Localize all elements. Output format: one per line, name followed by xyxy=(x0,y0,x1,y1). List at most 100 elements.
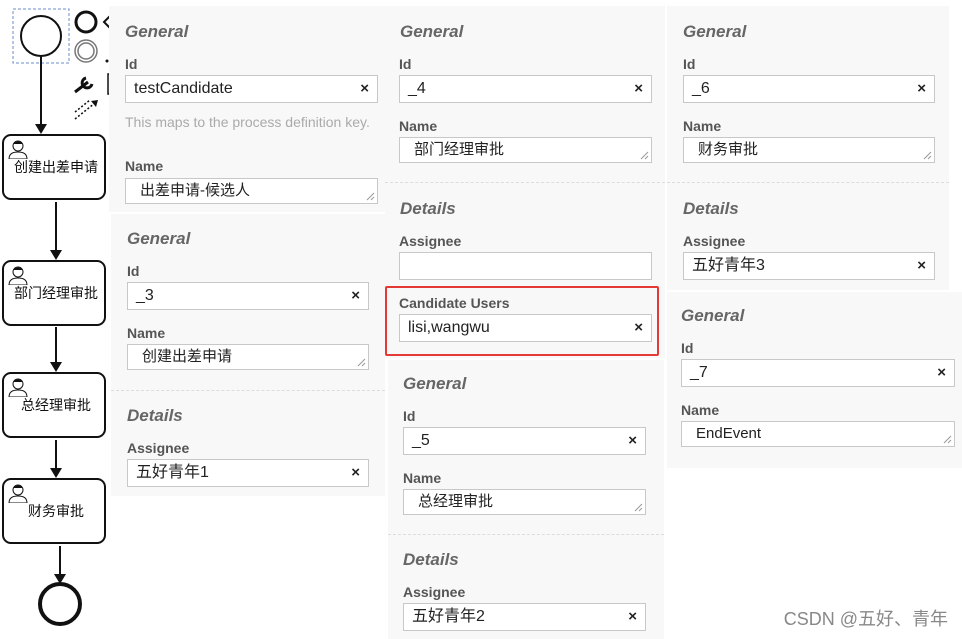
id-input[interactable]: _5 × xyxy=(403,427,646,455)
assignee-label: Assignee xyxy=(683,233,746,249)
name-textarea[interactable]: EndEvent xyxy=(681,421,955,447)
properties-panel-task-3: General Id _3 × Name 创建出差申请 Details Assi… xyxy=(111,214,385,496)
details-section-title: Details xyxy=(403,550,459,569)
resize-grip-icon[interactable] xyxy=(634,503,643,512)
task-finance[interactable]: 财务审批 xyxy=(2,478,106,544)
task-create-trip[interactable]: 创建出差申请 xyxy=(2,134,106,200)
properties-panel-end-event: General Id _7 × Name EndEvent xyxy=(667,292,962,468)
assignee-label: Assignee xyxy=(399,233,462,249)
section-divider xyxy=(388,534,664,536)
name-value: 财务审批 xyxy=(698,141,759,158)
assignee-input[interactable]: 五好青年2 × xyxy=(403,603,646,631)
task-label: 部门经理审批 xyxy=(14,285,98,301)
assignee-input[interactable]: 五好青年1 × xyxy=(127,459,369,487)
id-label: Id xyxy=(127,263,140,279)
name-label: Name xyxy=(125,158,164,174)
name-label: Name xyxy=(681,402,720,418)
id-label: Id xyxy=(403,408,416,424)
id-value: _5 xyxy=(412,432,430,449)
task-general-manager[interactable]: 总经理审批 xyxy=(2,372,106,438)
assignee-value: 五好青年1 xyxy=(136,464,209,481)
task-dept-manager[interactable]: 部门经理审批 xyxy=(2,260,106,326)
name-value: 创建出差申请 xyxy=(142,348,233,365)
details-section-title: Details xyxy=(127,406,183,425)
general-section-title: General xyxy=(683,22,747,41)
end-event[interactable] xyxy=(38,582,82,626)
clear-icon[interactable]: × xyxy=(628,432,637,450)
name-value: 出差申请-候选人 xyxy=(140,182,250,199)
name-value: 总经理审批 xyxy=(418,493,494,510)
assignee-input[interactable] xyxy=(399,252,652,280)
id-input[interactable]: _4 × xyxy=(399,75,652,103)
name-label: Name xyxy=(399,118,438,134)
clear-icon[interactable]: × xyxy=(937,364,946,382)
id-value: testCandidate xyxy=(134,80,233,97)
start-event[interactable] xyxy=(20,15,62,57)
assignee-value: 五好青年2 xyxy=(412,608,485,625)
id-label: Id xyxy=(683,56,696,72)
name-label: Name xyxy=(683,118,722,134)
name-label: Name xyxy=(127,325,166,341)
clear-icon[interactable]: × xyxy=(360,80,369,98)
id-input[interactable]: _7 × xyxy=(681,359,955,387)
clear-icon[interactable]: × xyxy=(917,80,926,98)
properties-panel-task-5: General Id _5 × Name 总经理审批 Details Assig… xyxy=(388,360,664,639)
resize-grip-icon[interactable] xyxy=(640,151,649,160)
general-section-title: General xyxy=(400,22,464,41)
id-label: Id xyxy=(681,340,694,356)
id-label: Id xyxy=(399,56,412,72)
user-icon xyxy=(8,266,28,285)
name-textarea[interactable]: 创建出差申请 xyxy=(127,344,369,370)
append-end-event-icon[interactable] xyxy=(74,10,98,34)
section-divider xyxy=(111,390,385,392)
id-value: _7 xyxy=(690,364,708,381)
name-value: 部门经理审批 xyxy=(414,141,505,158)
clear-icon[interactable]: × xyxy=(917,257,926,275)
general-section-title: General xyxy=(125,22,189,41)
bpmn-diagram[interactable]: 创建出差申请 部门经理审批 总经理审批 财务审批 xyxy=(0,0,115,639)
resize-grip-icon[interactable] xyxy=(366,192,375,201)
resize-grip-icon[interactable] xyxy=(943,435,952,444)
name-label: Name xyxy=(403,470,442,486)
task-label: 财务审批 xyxy=(28,503,84,519)
wrench-icon[interactable] xyxy=(74,76,94,94)
name-textarea[interactable]: 部门经理审批 xyxy=(399,137,652,163)
properties-panel-process: General Id testCandidate × This maps to … xyxy=(109,6,385,212)
id-value: _4 xyxy=(408,80,426,97)
name-textarea[interactable]: 财务审批 xyxy=(683,137,935,163)
name-value: EndEvent xyxy=(696,425,762,442)
flow-4-arrow xyxy=(50,468,62,478)
user-icon xyxy=(8,140,28,159)
clear-icon[interactable]: × xyxy=(351,287,360,305)
clear-icon[interactable]: × xyxy=(351,464,360,482)
watermark: CSDN @五好、青年 xyxy=(783,609,948,629)
clear-icon[interactable]: × xyxy=(634,80,643,98)
connect-icon[interactable] xyxy=(74,102,96,120)
user-icon xyxy=(8,378,28,397)
name-textarea[interactable]: 总经理审批 xyxy=(403,489,646,515)
id-label: Id xyxy=(125,56,138,72)
id-value: _3 xyxy=(136,287,154,304)
id-input[interactable]: _3 × xyxy=(127,282,369,310)
flow-2-arrow xyxy=(50,250,62,260)
resize-grip-icon[interactable] xyxy=(357,358,366,367)
assignee-input[interactable]: 五好青年3 × xyxy=(683,252,935,280)
properties-panel-task-6: General Id _6 × Name 财务审批 Details Assign… xyxy=(667,6,949,290)
resize-grip-icon[interactable] xyxy=(923,151,932,160)
section-divider xyxy=(385,182,665,184)
task-label: 创建出差申请 xyxy=(14,159,98,175)
assignee-label: Assignee xyxy=(127,440,190,456)
clear-icon[interactable]: × xyxy=(628,608,637,626)
task-label: 总经理审批 xyxy=(21,397,91,413)
id-input[interactable]: testCandidate × xyxy=(125,75,378,103)
id-input[interactable]: _6 × xyxy=(683,75,935,103)
id-hint: This maps to the process definition key. xyxy=(125,114,370,130)
flow-3-arrow xyxy=(50,362,62,372)
flow-1-arrow xyxy=(35,124,47,134)
name-textarea[interactable]: 出差申请-候选人 xyxy=(125,178,378,204)
general-section-title: General xyxy=(681,306,745,325)
assignee-value: 五好青年3 xyxy=(692,257,765,274)
details-section-title: Details xyxy=(400,199,456,218)
details-section-title: Details xyxy=(683,199,739,218)
section-divider xyxy=(667,182,949,184)
